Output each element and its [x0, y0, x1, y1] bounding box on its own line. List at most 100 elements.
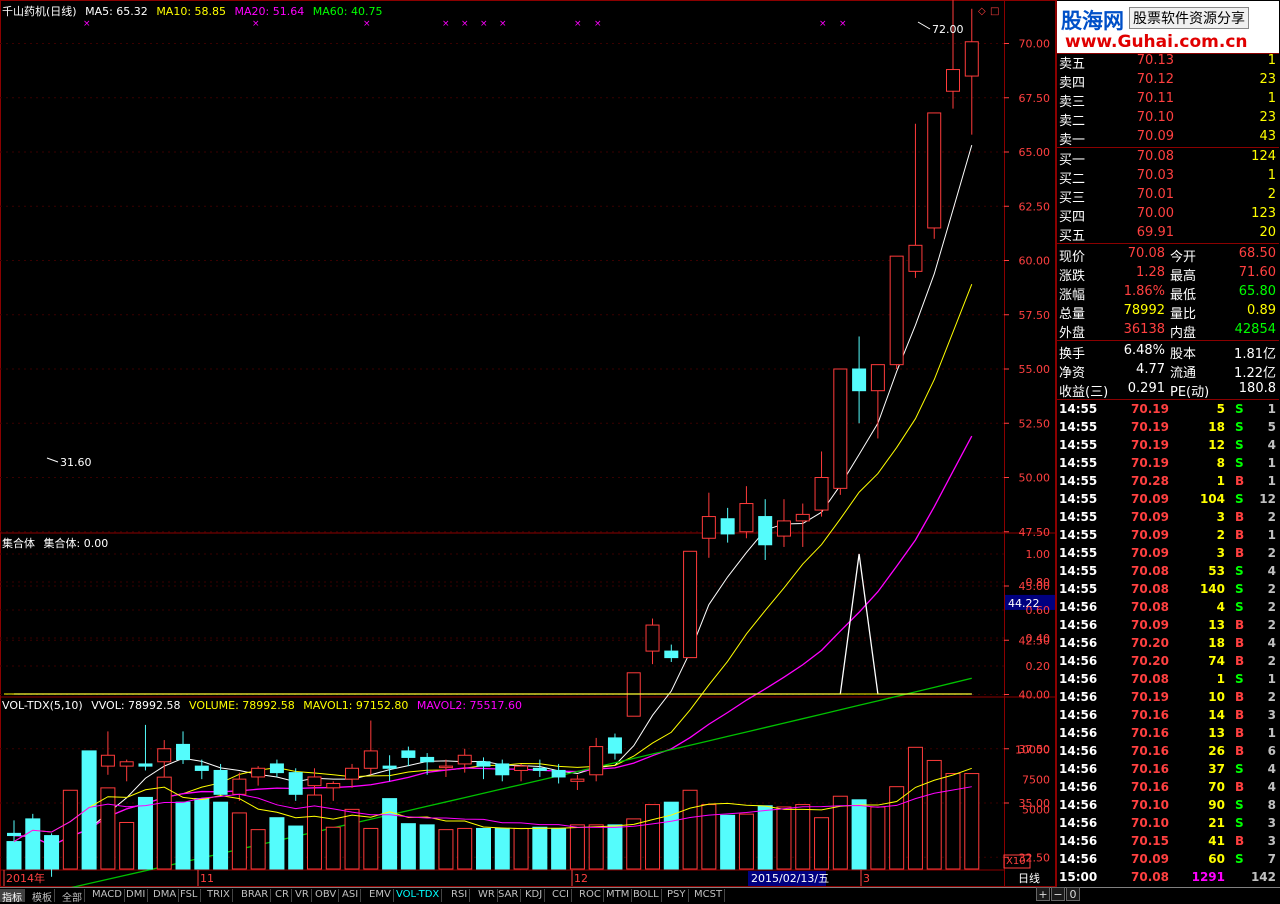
indicator-tab[interactable]: OBV — [313, 889, 340, 902]
tick-cell: 14:56 — [1059, 816, 1098, 830]
candle-body — [758, 516, 773, 546]
indicator-tab[interactable]: FSL — [178, 889, 201, 902]
indicator-tab[interactable]: MACD — [90, 889, 125, 902]
zoom-out-button[interactable]: − — [1051, 887, 1065, 901]
indicator-tab[interactable]: SAR — [496, 889, 522, 902]
tick-cell: 8 — [1216, 456, 1225, 470]
tick-cell: 4 — [1267, 438, 1276, 452]
cell: 外盘 — [1059, 326, 1086, 341]
tick-cell: B — [1235, 780, 1245, 794]
volume-bar — [62, 789, 78, 870]
tick-cell: 4 — [1267, 636, 1276, 650]
trade-tick-row: 14:55 70.19 12 S 4 — [1057, 437, 1279, 455]
candle-body — [683, 550, 698, 659]
tick-cell: 3 — [1267, 816, 1276, 830]
volume-bar — [137, 796, 153, 870]
tick-cell: B — [1235, 834, 1245, 848]
tick-cell: 14:55 — [1059, 528, 1098, 542]
reset-button[interactable]: 0 — [1066, 887, 1080, 901]
cell: 70.09 — [1136, 129, 1174, 144]
indicator-tab[interactable]: ASI — [340, 889, 362, 902]
tick-cell: 70.08 — [1131, 672, 1169, 686]
zoom-in-button[interactable]: + — [1036, 887, 1050, 901]
banner-url: www.Guhai.com.cn — [1065, 32, 1248, 52]
volume-bar — [6, 841, 22, 870]
indicator-tab[interactable]: TRIX — [205, 889, 233, 902]
volume-bar — [382, 798, 398, 870]
candle-body — [100, 754, 115, 767]
indicator-tab[interactable]: 模板 — [30, 889, 55, 904]
tick-cell: 41 — [1208, 834, 1225, 848]
indicator-tab[interactable]: KDJ — [523, 889, 546, 902]
indicator-tab[interactable]: VOL-TDX — [394, 889, 443, 902]
indicator-tab[interactable]: 全部 — [60, 889, 85, 904]
tick-cell: 13 — [1208, 618, 1225, 632]
indicator-tab[interactable]: BRAR — [239, 889, 272, 902]
indicator-tab[interactable]: CCI — [550, 889, 572, 902]
indicator-tab[interactable]: EMV — [367, 889, 394, 902]
indicator-tab[interactable]: MTM — [604, 889, 633, 902]
signal-marker: × — [363, 19, 371, 29]
candle-body — [194, 765, 209, 771]
cell: 买四 — [1059, 210, 1086, 225]
cell: 71.60 — [1238, 265, 1276, 280]
cell: 今开 — [1170, 250, 1197, 265]
indicator-tab[interactable]: PSY — [665, 889, 689, 902]
indicator-tab[interactable]: 指标 — [0, 889, 25, 904]
finance-row: 换手 6.48% 股本 1.81亿 — [1057, 342, 1279, 362]
indicator-tab[interactable]: RSI — [449, 889, 471, 902]
volume-bar — [720, 814, 736, 870]
high-price-label: 72.00 — [932, 23, 964, 36]
site-banner: 股海网 股票软件资源分享 www.Guhai.com.cn — [1057, 1, 1279, 53]
tick-cell: S — [1235, 564, 1244, 578]
cell: 23 — [1259, 72, 1276, 87]
tick-cell: S — [1235, 582, 1244, 596]
volume-bar — [851, 799, 867, 870]
cell: 42854 — [1234, 322, 1276, 337]
indicator-tick-label: 0.20 — [1026, 660, 1051, 673]
indicator-tab[interactable]: DMA — [151, 889, 180, 902]
tick-cell: 104 — [1199, 492, 1225, 506]
tick-cell: 14:55 — [1059, 492, 1098, 506]
trade-tick-row: 14:56 70.16 26 B 6 — [1057, 743, 1279, 761]
indicator-tab[interactable]: CR — [273, 889, 292, 902]
tick-cell: S — [1235, 852, 1244, 866]
cell: 0.89 — [1247, 303, 1276, 318]
tick-cell: 70.28 — [1131, 474, 1169, 488]
cell: 180.8 — [1238, 381, 1276, 396]
tick-cell: 70.08 — [1131, 870, 1169, 884]
indicator-tab[interactable]: ROC — [577, 889, 604, 902]
trade-tick-row: 14:55 70.08 53 S 4 — [1057, 563, 1279, 581]
indicator-tab[interactable]: WR — [476, 889, 498, 902]
candle-body — [814, 477, 829, 511]
chart-area[interactable]: 70.00 67.50 65.00 62.50 60.00 57.50 55.00 52.50… — [0, 0, 1056, 887]
volume-bar — [776, 806, 792, 870]
tick-cell: 1 — [1216, 672, 1225, 686]
tick-cell: B — [1235, 708, 1245, 722]
tick-cell: 2 — [1267, 510, 1276, 524]
candle-body — [326, 782, 341, 789]
cell: 现价 — [1059, 250, 1086, 265]
signal-marker: × — [480, 19, 488, 29]
tick-cell: 74 — [1208, 654, 1225, 668]
price-tick-label: 47.50 — [1019, 526, 1051, 539]
cell: 70.03 — [1136, 168, 1174, 183]
indicator-tab[interactable]: BOLL — [631, 889, 662, 902]
trade-tick-row: 14:55 70.09 3 B 2 — [1057, 545, 1279, 563]
tick-cell: B — [1235, 528, 1245, 542]
indicator-tab[interactable]: MCST — [692, 889, 726, 902]
cell: 4.77 — [1136, 362, 1165, 377]
ma5-label: MA5: 65.32 — [85, 5, 148, 18]
volume-tick-label: 10000 — [1015, 744, 1050, 757]
tick-cell: 14:56 — [1059, 654, 1098, 668]
square-icon: □ — [990, 6, 999, 17]
volume-bar — [889, 786, 905, 870]
cell: 36138 — [1123, 322, 1165, 337]
banner-title: 股海网 — [1061, 9, 1124, 33]
cell: 卖五 — [1059, 57, 1086, 72]
candle-body — [908, 244, 923, 272]
tick-cell: 70.08 — [1131, 564, 1169, 578]
tick-cell: 70.09 — [1131, 852, 1169, 866]
indicator-tab[interactable]: DMI — [124, 889, 149, 902]
indicator-tab[interactable]: VR — [293, 889, 312, 902]
